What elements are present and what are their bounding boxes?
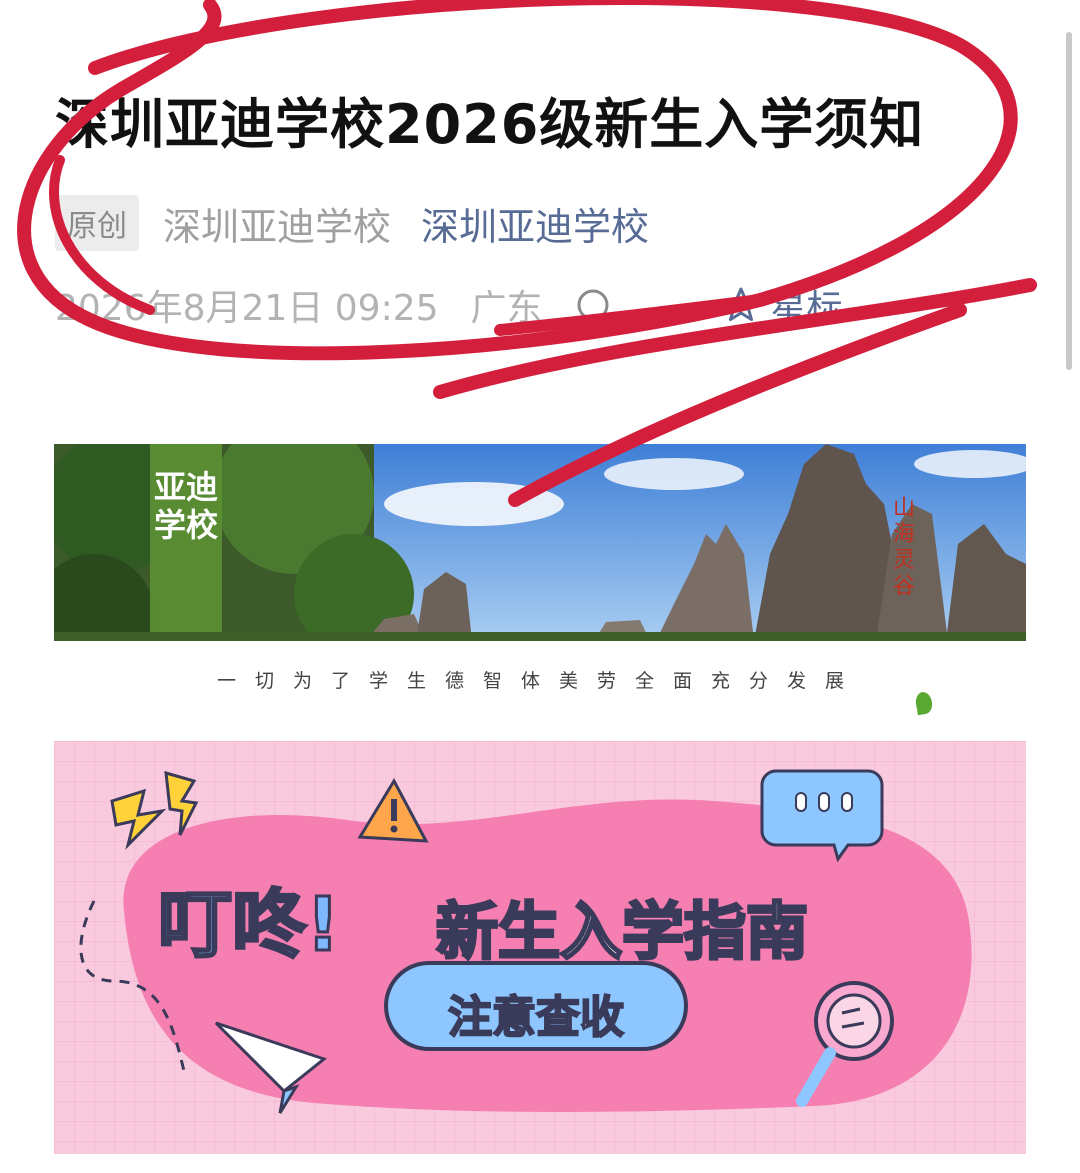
article-meta: 原创 深圳亚迪学校 深圳亚迪学校 <box>55 195 649 251</box>
school-banner-image: 亚迪学校 山海灵谷 <box>54 444 1026 641</box>
school-name-vertical: 亚迪学校 <box>153 468 218 544</box>
ding-dong-text: 叮咚! <box>157 881 342 970</box>
account-name-link[interactable]: 深圳亚迪学校 <box>421 196 649 251</box>
publish-datetime: 2026年8月21日 09:25 <box>55 288 439 329</box>
publish-location: 广东 <box>470 288 543 329</box>
listen-icon[interactable] <box>575 287 611 323</box>
star-label: 星标 <box>770 288 843 329</box>
author-name: 深圳亚迪学校 <box>163 204 392 249</box>
enrollment-guide-banner: 叮咚! 新生入学指南 注意查收 <box>54 741 1026 1154</box>
star-button[interactable]: 星标 <box>721 279 843 331</box>
check-notice-button: 注意查收 <box>447 991 625 1044</box>
guide-heading: 新生入学指南 <box>434 894 809 970</box>
original-badge: 原创 <box>55 195 139 251</box>
publish-info: 2026年8月21日 09:25 广东 星标 <box>55 278 843 332</box>
leaf-decoration <box>914 690 934 716</box>
article-title: 深圳亚迪学校2026级新生入学须知 <box>55 93 925 156</box>
rock-calligraphy: 山海灵谷 <box>892 496 915 599</box>
school-motto: 一切为了学生德智体美劳全面充分发展 <box>216 670 863 692</box>
star-icon <box>722 287 759 321</box>
scrollbar[interactable] <box>1066 32 1072 370</box>
